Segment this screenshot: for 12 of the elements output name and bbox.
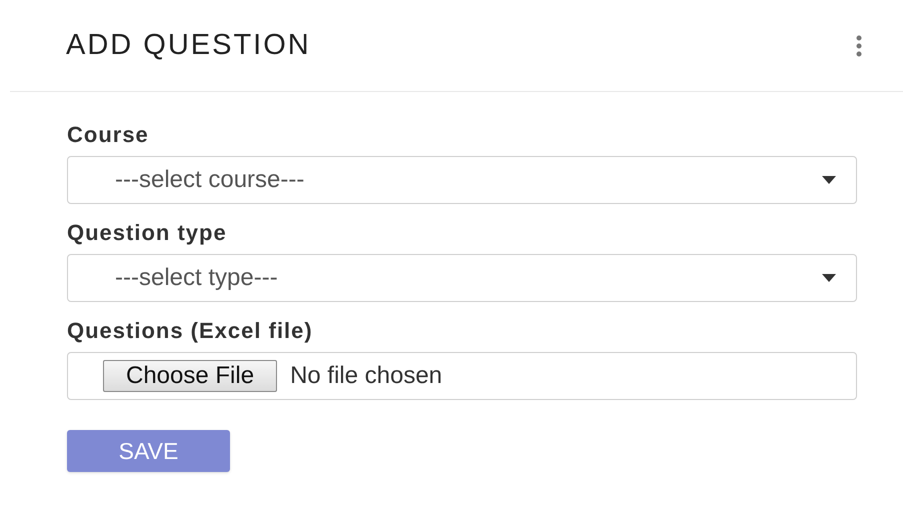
file-status: No file chosen <box>290 361 442 391</box>
choose-file-button[interactable]: Choose File <box>103 360 278 392</box>
select-field[interactable]: ---select course--- <box>67 156 857 204</box>
caret-icon <box>822 274 836 282</box>
select-field[interactable]: ---select type--- <box>67 254 857 302</box>
file-field[interactable]: Choose File No file chosen <box>67 352 857 400</box>
field-label: Course <box>67 121 150 149</box>
caret-icon <box>822 176 836 184</box>
field-label: Question type <box>67 219 228 247</box>
page-title: ADD QUESTION <box>66 28 311 63</box>
field-label: Questions (Excel file) <box>67 317 314 345</box>
more-options-icon[interactable] <box>855 34 863 56</box>
